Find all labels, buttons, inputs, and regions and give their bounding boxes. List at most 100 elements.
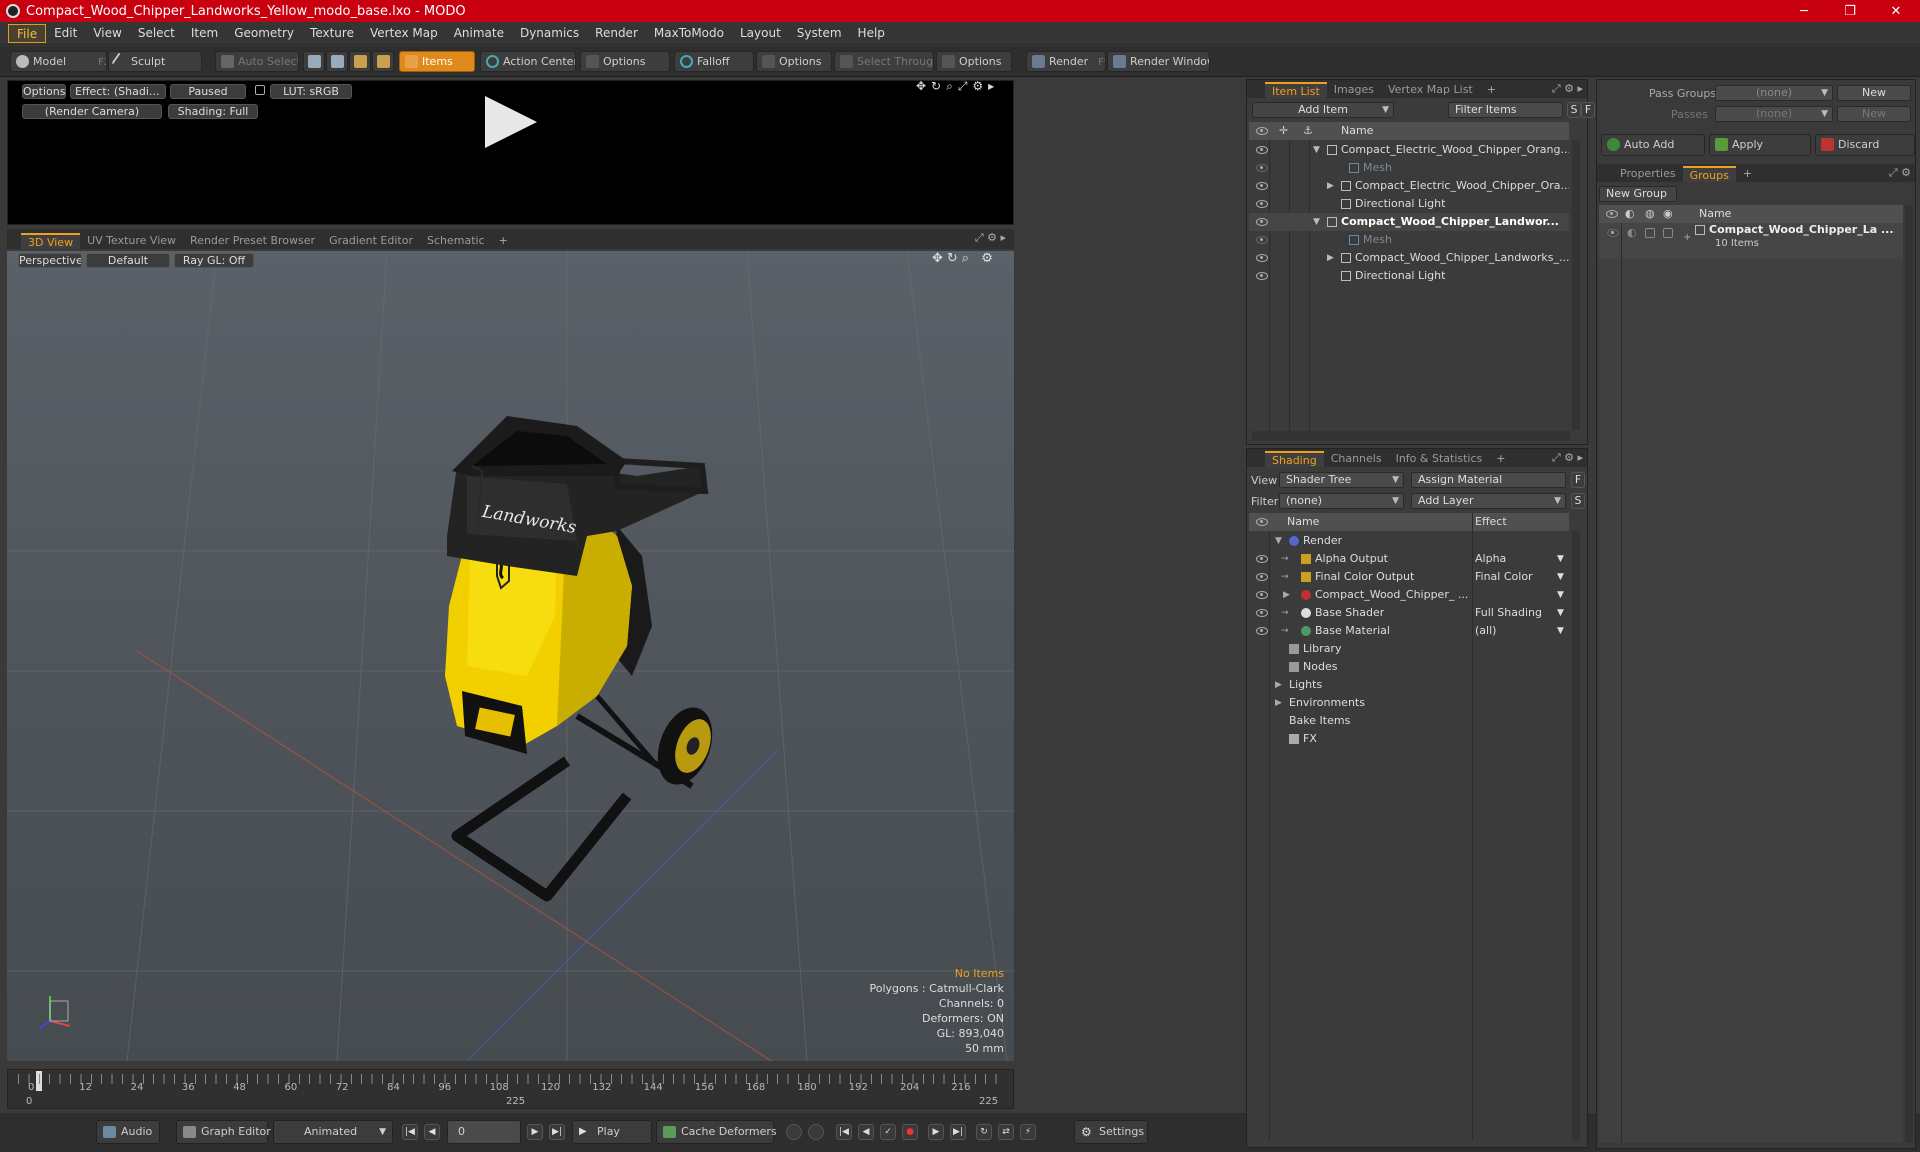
menu-vertex-map[interactable]: Vertex Map [362,24,446,43]
new-group-button[interactable]: New Group [1599,186,1677,202]
shader-tree-row[interactable]: → Final Color Output Final Color ▼ [1249,568,1569,586]
maximize-button[interactable]: ❐ [1827,0,1873,22]
groups-panel-controls[interactable]: ⤢ ⚙ [1889,166,1911,180]
visibility-icon[interactable] [1256,200,1268,208]
effect-dropdown-arrow-icon[interactable]: ▼ [1557,550,1564,568]
shader-tree-row[interactable]: Library [1249,640,1569,658]
add-tab-button[interactable]: + [492,233,515,249]
menu-select[interactable]: Select [130,24,183,43]
timeline[interactable]: 0 12 24 36 48 60 72 84 96 108 120 132 144 156 168 180 19… [7,1069,1014,1109]
tab-3d-view[interactable]: 3D View [21,233,81,249]
tab-item-list[interactable]: Item List [1265,82,1327,98]
action-center-button[interactable]: Action Center [480,51,576,72]
expand-arrow-icon[interactable]: → [1281,550,1289,568]
apply-button[interactable]: Apply [1709,134,1811,156]
menu-animate[interactable]: Animate [446,24,512,43]
shading-s-button[interactable]: S [1571,493,1585,509]
key-prev-icon[interactable]: |◀ [836,1124,852,1140]
close-button[interactable]: ✕ [1873,0,1919,22]
3d-viewport[interactable]: Perspective Default Ray GL: Off ✥↻⌕ ⚙ La… [7,251,1014,1061]
menu-layout[interactable]: Layout [732,24,789,43]
key-add-icon[interactable]: ✓ [880,1124,896,1140]
raygl-dropdown[interactable]: Ray GL: Off [174,253,254,268]
expand-arrow-icon[interactable]: ▼ [1313,141,1320,159]
menu-help[interactable]: Help [850,24,893,43]
model-button[interactable]: Model F2 [10,51,107,72]
tab-channels[interactable]: Channels [1324,451,1389,467]
visibility-icon[interactable] [1256,218,1268,226]
shader-tree-row[interactable]: Bake Items [1249,712,1569,730]
vertices-mode-button[interactable] [303,51,325,72]
auto-key-icon[interactable]: ⚡ [1020,1124,1036,1140]
menu-geometry[interactable]: Geometry [226,24,302,43]
cache-deformers-button[interactable]: Cache Deformers [656,1120,777,1144]
effect-value[interactable]: (all) [1475,622,1496,640]
item-list-scrollbar[interactable] [1572,140,1580,430]
visibility-icon[interactable] [1256,591,1268,599]
effect-value[interactable]: Full Shading [1475,604,1542,622]
menu-edit[interactable]: Edit [46,24,85,43]
default-dropdown[interactable]: Default [86,253,170,268]
falloff-button[interactable]: Falloff [674,51,754,72]
pass-groups-dropdown[interactable]: (none) ▼ [1715,85,1833,101]
settings-button[interactable]: ⚙ Settings [1074,1120,1148,1144]
menu-render[interactable]: Render [587,24,646,43]
menu-dynamics[interactable]: Dynamics [512,24,587,43]
select-toggle-icon[interactable] [1663,228,1673,238]
item-list-row[interactable]: Mesh [1249,159,1569,177]
expand-icon[interactable]: + [1683,232,1691,243]
tab-images[interactable]: Images [1327,82,1381,98]
preview-effect-dropdown[interactable]: Effect: (Shadi... [70,84,166,99]
auto-select-button[interactable]: Auto Select [215,51,299,72]
options-button-3[interactable]: Options [936,51,1012,72]
shader-tree-row[interactable]: FX [1249,730,1569,748]
preview-view-controls[interactable]: ✥↻⌕⤢⚙▸ [916,79,999,94]
bounce-icon[interactable]: ⇄ [998,1124,1014,1140]
lock-toggle-icon[interactable] [1645,228,1655,238]
view-panel-controls[interactable]: ⤢ ⚙ ▸ [975,231,1006,245]
shader-tree-row[interactable]: Nodes [1249,658,1569,676]
new-pass-group-button[interactable]: New [1837,85,1911,101]
shader-tree-row[interactable]: → Alpha Output Alpha ▼ [1249,550,1569,568]
tab-groups[interactable]: Groups [1682,166,1736,182]
visibility-icon[interactable] [1256,182,1268,190]
tab-vertex-map-list[interactable]: Vertex Map List [1381,82,1480,98]
item-list-row[interactable]: Directional Light [1249,267,1569,285]
shading-panel-controls[interactable]: ⤢ ⚙ ▸ [1552,451,1583,465]
group-row[interactable]: ◐ + Compact_Wood_Chipper_La ... 10 Items [1599,223,1903,259]
new-pass-button[interactable]: New [1837,106,1911,122]
play-icon[interactable] [483,94,539,150]
menu-texture[interactable]: Texture [302,24,362,43]
visibility-icon[interactable] [1256,254,1268,262]
visibility-icon[interactable] [1256,555,1268,563]
tab-uv-texture-view[interactable]: UV Texture View [80,233,183,249]
prev-frame-icon[interactable]: ◀ [424,1124,440,1140]
effect-dropdown-arrow-icon[interactable]: ▼ [1557,586,1564,604]
lock-icon[interactable] [255,85,265,95]
menu-file[interactable]: File [8,23,47,43]
item-list-row[interactable]: ▶ Compact_Wood_Chipper_Landworks_... [1249,249,1569,267]
visibility-icon[interactable] [1256,573,1268,581]
assign-material-button[interactable]: Assign Material [1411,472,1566,488]
effect-dropdown-arrow-icon[interactable]: ▼ [1557,604,1564,622]
tab-properties[interactable]: Properties [1613,166,1683,182]
passes-dropdown[interactable]: (none) ▼ [1715,106,1833,122]
tab-info-statistics[interactable]: Info & Statistics [1389,451,1490,467]
loop-icon[interactable]: ↻ [976,1124,992,1140]
key-icon-2[interactable] [808,1124,824,1140]
add-layer-dropdown[interactable]: Add Layer ▼ [1411,493,1566,509]
options-button-1[interactable]: Options [580,51,670,72]
effect-value[interactable]: Final Color [1475,568,1533,586]
effect-dropdown-arrow-icon[interactable]: ▼ [1557,622,1564,640]
visibility-icon[interactable] [1256,609,1268,617]
tab-gradient-editor[interactable]: Gradient Editor [322,233,420,249]
sculpt-button[interactable]: Sculpt [108,51,202,72]
filter-dropdown[interactable]: (none) ▼ [1279,493,1404,509]
discard-button[interactable]: Discard [1815,134,1915,156]
visibility-icon[interactable] [1607,229,1619,237]
shader-tree-row[interactable]: → Base Material (all) ▼ [1249,622,1569,640]
frame-input[interactable]: 0 [447,1120,521,1144]
menu-system[interactable]: System [789,24,850,43]
groups-scrollbar[interactable] [1905,205,1913,1143]
tab-schematic[interactable]: Schematic [420,233,492,249]
